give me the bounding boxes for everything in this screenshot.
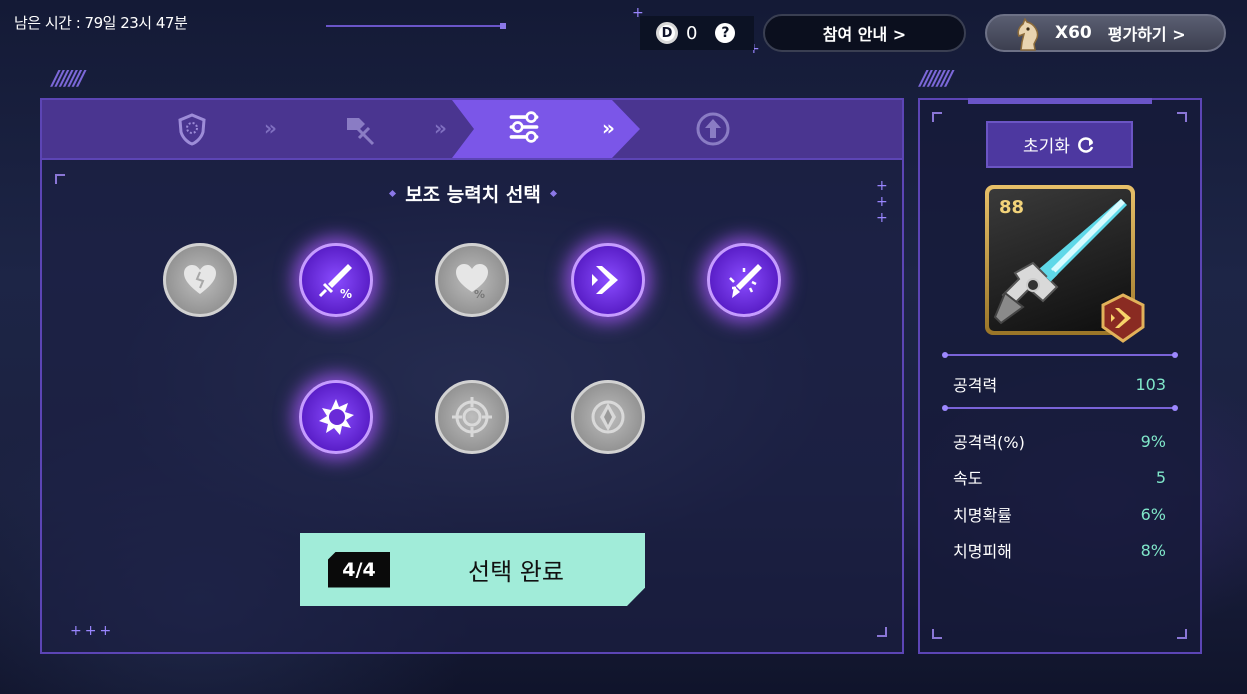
step-weapon[interactable] <box>342 111 378 147</box>
help-icon[interactable]: ? <box>715 23 736 43</box>
corner-decoration <box>1177 112 1187 122</box>
ability-accuracy[interactable] <box>435 380 509 454</box>
speed-badge-icon <box>1101 293 1145 343</box>
heart-icon <box>184 265 216 294</box>
step-separator: » <box>602 116 615 140</box>
section-title: 보조 능력치 선택 <box>378 180 568 206</box>
step-separator: » <box>434 116 447 140</box>
stat-row: 공격력(%) 9% <box>953 429 1166 453</box>
corner-decoration <box>877 627 887 637</box>
shield-icon <box>178 113 206 146</box>
plus-decoration: +++ <box>876 178 888 226</box>
panel-tab-decoration <box>968 98 1152 104</box>
ability-defense[interactable] <box>571 380 645 454</box>
stat-name: 치명확률 <box>953 506 1012 525</box>
divider <box>942 352 1178 358</box>
reset-button[interactable]: 초기화 <box>986 121 1133 168</box>
rate-count: X60 <box>1055 23 1092 43</box>
ability-heart[interactable] <box>163 243 237 317</box>
svg-text:%: % <box>340 287 352 301</box>
selection-count-badge: 4/4 <box>328 552 390 588</box>
selection-complete-label: 선택 완료 <box>468 558 564 586</box>
corner-decoration <box>1177 629 1187 639</box>
slash-decoration: /////// <box>52 66 85 90</box>
svg-text:%: % <box>474 288 485 300</box>
coin-icon: D <box>656 22 678 44</box>
title-dot <box>549 189 557 197</box>
remaining-time: 남은 시간 : 79일 23시 47분 <box>14 14 188 32</box>
stat-name: 공격력(%) <box>953 433 1025 452</box>
stat-name: 치명피해 <box>953 542 1012 561</box>
stat-value: 9% <box>1140 431 1166 451</box>
stat-row: 치명피해 8% <box>953 538 1166 562</box>
stat-value: 8% <box>1140 540 1166 560</box>
ability-crit-chance[interactable] <box>707 243 781 317</box>
coin-count: 0 <box>686 22 698 44</box>
decorative-line <box>326 23 506 29</box>
speed-chevron-icon <box>592 266 618 294</box>
stat-value: 6% <box>1140 504 1166 524</box>
corner-decoration <box>55 174 65 184</box>
target-icon <box>452 397 492 437</box>
step-shield[interactable] <box>174 111 210 147</box>
title-dot <box>389 189 397 197</box>
plus-decoration: +++ <box>70 623 115 639</box>
rate-label: 평가하기 > <box>1107 25 1186 44</box>
selection-complete-button[interactable]: 4/4 선택 완료 <box>300 533 645 606</box>
diamond-shield-icon <box>591 400 625 434</box>
ability-crit-damage[interactable] <box>299 380 373 454</box>
sliders-icon <box>509 111 539 143</box>
page-title: 보조 능력치 선택 <box>405 183 541 206</box>
sword-percent-icon: % <box>318 264 352 301</box>
slash-decoration: /////// <box>920 66 953 90</box>
reset-label: 초기화 <box>1023 137 1070 157</box>
stat-row: 속도 5 <box>953 465 1166 489</box>
coin-counter: D 0 ? <box>640 16 754 50</box>
knight-icon <box>1017 18 1039 51</box>
participation-guide-button[interactable]: 참여 안내 > <box>763 14 966 52</box>
step-separator: » <box>264 116 277 140</box>
ability-hp-percent[interactable]: % <box>435 243 509 317</box>
corner-decoration <box>932 112 942 122</box>
critical-sword-icon <box>729 264 762 298</box>
stat-name: 공격력 <box>953 376 998 395</box>
crit-burst-icon <box>319 399 354 435</box>
heart-percent-icon: % <box>456 264 488 300</box>
stat-name: 속도 <box>953 469 983 488</box>
stat-value: 5 <box>1155 467 1166 487</box>
step-upgrade[interactable] <box>695 111 731 147</box>
ability-speed[interactable] <box>571 243 645 317</box>
stat-row: 치명확률 6% <box>953 502 1166 526</box>
ability-attack-percent[interactable]: % <box>299 243 373 317</box>
crossed-swords-icon <box>347 118 375 146</box>
refresh-icon <box>1078 136 1094 153</box>
rate-button[interactable]: X60 평가하기 > <box>985 14 1226 52</box>
stat-value: 103 <box>1135 374 1166 394</box>
divider <box>942 405 1178 411</box>
upgrade-arrow-icon <box>696 112 730 146</box>
step-sliders[interactable] <box>506 109 542 145</box>
stat-row-attack: 공격력 103 <box>953 372 1166 396</box>
corner-decoration <box>932 629 942 639</box>
